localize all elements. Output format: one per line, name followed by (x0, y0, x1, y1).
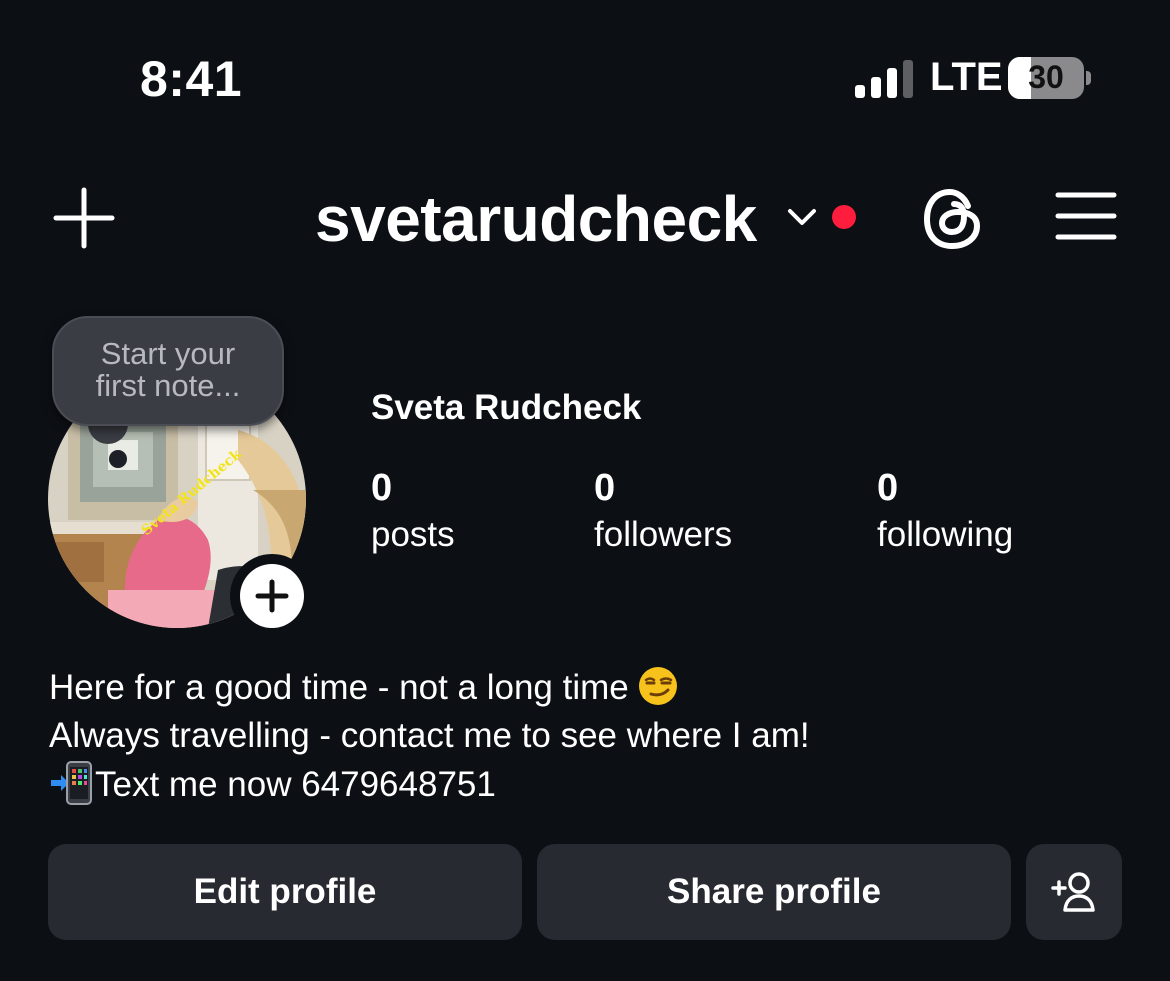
note-line-1: Start your (100, 336, 236, 371)
chevron-down-icon[interactable] (786, 204, 818, 230)
battery-percent: 30 (1028, 59, 1064, 95)
signal-icon (855, 60, 913, 98)
note-bubble[interactable]: Start your first note... (52, 316, 284, 426)
followers-count: 0 (594, 467, 616, 509)
bio-line-3-text: Text me now 6479648751 (95, 765, 496, 804)
smirk-emoji-icon (638, 667, 677, 705)
add-story-button[interactable] (230, 554, 314, 638)
note-bubble-dot (109, 450, 127, 468)
bio-line-2: Always travelling - contact me to see wh… (49, 716, 810, 755)
battery-icon: 30 (1008, 57, 1084, 99)
network-type: LTE (930, 55, 1003, 99)
plus-icon[interactable] (52, 186, 116, 250)
followers-label: followers (594, 515, 733, 554)
bio-line-3: Text me now 6479648751 (49, 760, 810, 809)
threads-icon[interactable] (920, 186, 986, 252)
notification-dot (832, 205, 856, 229)
phone-arrow-emoji-icon (51, 761, 92, 805)
stat-followers[interactable]: 0 followers (594, 466, 732, 560)
following-count: 0 (877, 467, 899, 509)
posts-count: 0 (371, 467, 393, 509)
bio-line-1: Here for a good time - not a long time (49, 664, 810, 712)
following-label: following (877, 515, 1014, 554)
stat-following[interactable]: 0 following (877, 466, 1013, 560)
plus-icon (255, 579, 289, 613)
profile-full-name: Sveta Rudcheck (371, 388, 642, 427)
add-person-icon (1051, 872, 1095, 912)
status-time: 8:41 (140, 51, 243, 107)
menu-icon[interactable] (1055, 190, 1117, 242)
posts-label: posts (371, 515, 455, 554)
note-line-2: first note... (95, 368, 241, 403)
edit-profile-button[interactable]: Edit profile (48, 844, 522, 940)
stat-posts[interactable]: 0 posts (371, 466, 455, 560)
add-story-circle (240, 564, 304, 628)
profile-bio: Here for a good time - not a long time A… (49, 664, 810, 809)
bio-line-1-text: Here for a good time - not a long time (49, 668, 629, 707)
account-username[interactable]: svetarudcheck (315, 182, 757, 256)
discover-people-button[interactable] (1026, 844, 1122, 940)
battery-nub (1086, 71, 1091, 85)
share-profile-button[interactable]: Share profile (537, 844, 1011, 940)
